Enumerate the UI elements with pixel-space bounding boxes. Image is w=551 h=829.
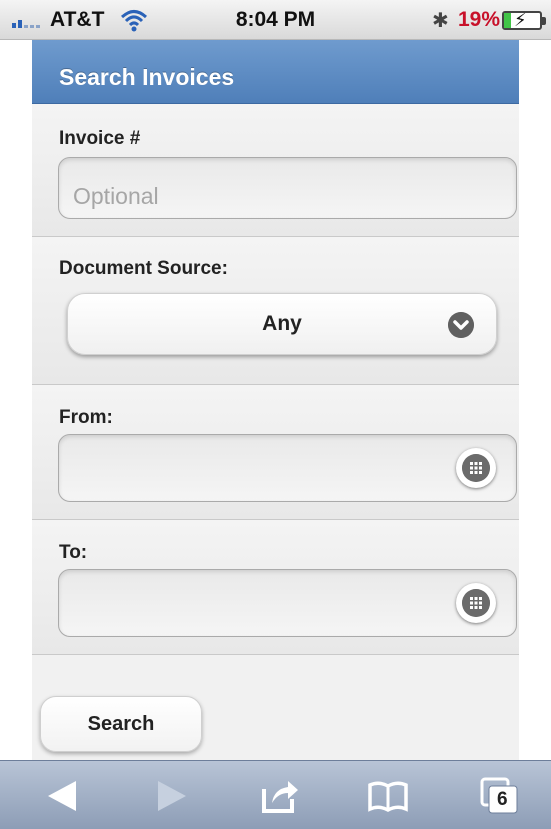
- battery-icon: ⚡: [502, 10, 546, 30]
- calendar-icon: [462, 454, 490, 482]
- bluetooth-icon: ✱: [432, 10, 449, 32]
- to-calendar-button[interactable]: [456, 583, 496, 623]
- to-label: To:: [59, 542, 88, 563]
- document-source-value: Any: [262, 312, 302, 335]
- browser-toolbar: 6: [0, 760, 551, 829]
- invoice-number-input[interactable]: [58, 157, 517, 219]
- document-source-label: Document Source:: [59, 258, 228, 279]
- status-bar: AT&T 8:04 PM ✱ 19% ⚡: [0, 0, 551, 40]
- share-icon[interactable]: [258, 775, 302, 817]
- document-source-section: Document Source: Any: [32, 237, 519, 385]
- forward-icon[interactable]: [150, 775, 194, 817]
- from-date-section: From:: [32, 385, 519, 520]
- search-button[interactable]: Search: [40, 696, 202, 752]
- invoice-label: Invoice #: [59, 128, 141, 149]
- to-date-section: To:: [32, 520, 519, 655]
- page-title: Search Invoices: [32, 40, 519, 104]
- from-calendar-button[interactable]: [456, 448, 496, 488]
- from-date-input[interactable]: [58, 434, 517, 502]
- back-icon[interactable]: [40, 775, 84, 817]
- search-form: Search Invoices Invoice # Document Sourc…: [32, 40, 519, 760]
- calendar-icon: [462, 589, 490, 617]
- document-source-select[interactable]: Any: [67, 293, 497, 355]
- invoice-section: Invoice #: [32, 104, 519, 237]
- battery-percent: 19%: [458, 8, 501, 31]
- bookmarks-icon[interactable]: [366, 775, 410, 817]
- from-label: From:: [59, 407, 113, 428]
- tab-count: 6: [497, 789, 508, 810]
- tabs-button[interactable]: 6: [478, 775, 522, 817]
- to-date-input[interactable]: [58, 569, 517, 637]
- chevron-down-icon: [448, 312, 474, 338]
